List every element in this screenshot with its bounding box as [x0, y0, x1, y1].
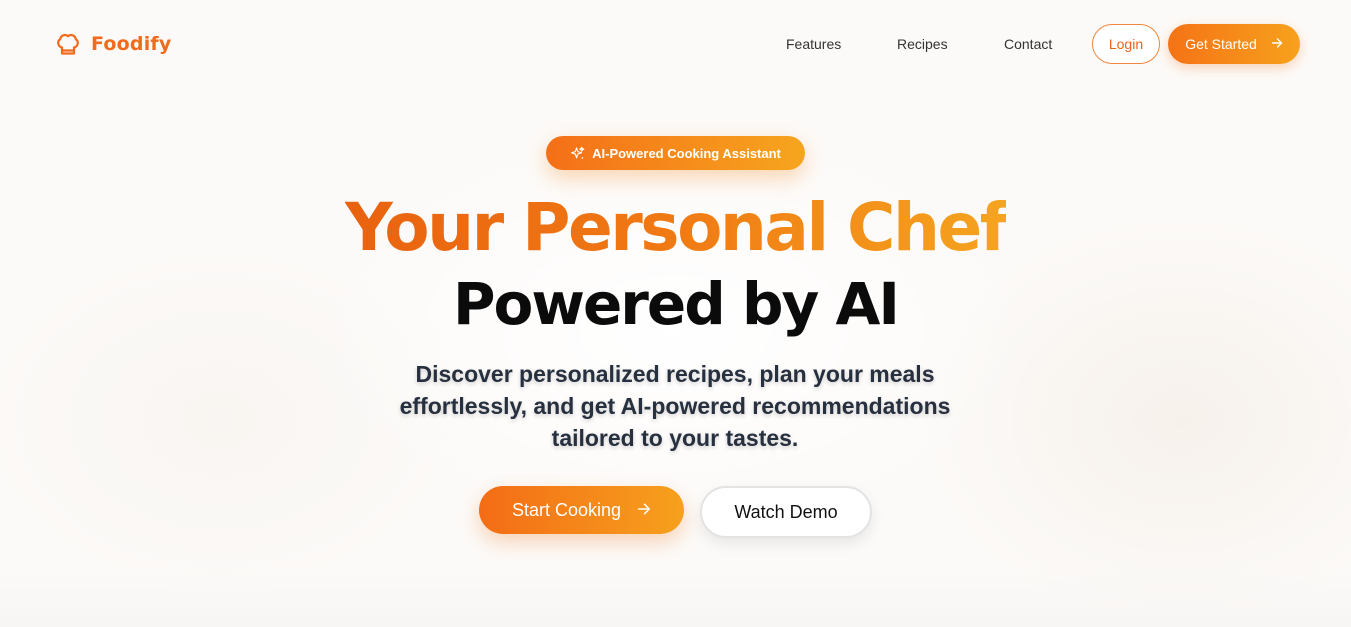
- hero-headline-line2: Powered by AI: [453, 270, 900, 338]
- nav-link-contact[interactable]: Contact: [1004, 36, 1052, 52]
- sparkles-icon: [570, 146, 585, 161]
- get-started-button[interactable]: Get Started: [1168, 24, 1300, 64]
- watch-demo-button[interactable]: Watch Demo: [700, 486, 872, 538]
- start-cooking-label: Start Cooking: [511, 499, 622, 520]
- nav-link-features[interactable]: Features: [786, 36, 841, 52]
- arrow-right-icon: [637, 500, 651, 521]
- hero-headline-line1: Your Personal Chef: [345, 189, 1008, 266]
- landing-page: Foodify Features Recipes Contact Login G…: [0, 0, 1351, 627]
- top-navigation: Foodify Features Recipes Contact Login G…: [0, 0, 1351, 88]
- brand-name: Foodify: [91, 33, 172, 55]
- get-started-label: Get Started: [1185, 36, 1257, 52]
- ai-badge: AI-Powered Cooking Assistant: [546, 136, 805, 170]
- chef-hat-icon: [54, 30, 82, 58]
- section-bottom-fade: [0, 567, 1351, 627]
- hero-subtitle: Discover personalized recipes, plan your…: [399, 361, 951, 451]
- brand-logo-link[interactable]: Foodify: [54, 30, 171, 58]
- login-label: Login: [1108, 36, 1144, 52]
- hero-headline: Your Personal Chef: [0, 188, 1351, 268]
- nav-link-recipes[interactable]: Recipes: [897, 36, 948, 52]
- badge-label: AI-Powered Cooking Assistant: [592, 145, 781, 161]
- login-button[interactable]: Login: [1092, 24, 1160, 64]
- start-cooking-button[interactable]: Start Cooking: [479, 486, 684, 534]
- arrow-right-icon: [1271, 36, 1283, 52]
- watch-demo-label: Watch Demo: [734, 501, 838, 522]
